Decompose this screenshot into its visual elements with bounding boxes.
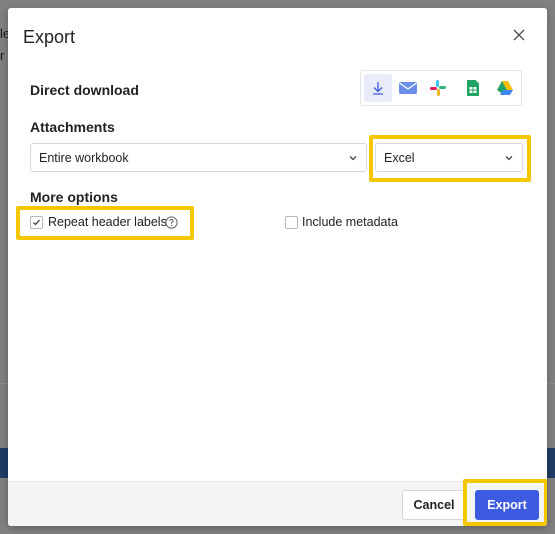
google-sheets-icon — [467, 80, 479, 96]
include-metadata-label: Include metadata — [302, 215, 398, 229]
export-button[interactable]: Export — [475, 490, 539, 520]
attachments-label: Attachments — [30, 119, 115, 135]
include-metadata-checkbox[interactable] — [285, 216, 298, 229]
export-dialog: Export Direct download Attachments Entir… — [8, 8, 547, 526]
repeat-header-labels-label: Repeat header labels — [48, 215, 167, 229]
google-sheets-destination-button[interactable] — [459, 74, 487, 102]
email-icon — [399, 82, 417, 94]
help-icon[interactable] — [165, 216, 178, 229]
repeat-header-labels-checkbox[interactable] — [30, 216, 43, 229]
close-button[interactable] — [510, 26, 528, 44]
chevron-down-icon — [349, 156, 357, 161]
attachment-scope-select[interactable]: Entire workbook — [30, 143, 367, 172]
google-drive-destination-button[interactable] — [491, 74, 519, 102]
download-icon — [373, 82, 383, 95]
attachment-format-select[interactable]: Excel — [375, 143, 523, 172]
slack-destination-button[interactable] — [424, 74, 452, 102]
email-destination-button[interactable] — [394, 74, 422, 102]
attachment-format-value: Excel — [384, 151, 415, 165]
dialog-footer: Cancel Export — [8, 481, 547, 526]
dialog-title: Export — [23, 27, 76, 47]
slack-icon — [430, 80, 446, 96]
destination-picker — [360, 70, 522, 106]
chevron-down-icon — [505, 156, 513, 161]
cancel-button[interactable]: Cancel — [402, 490, 466, 520]
google-drive-icon — [497, 81, 513, 95]
checkmark-icon — [33, 219, 40, 226]
close-icon — [513, 29, 525, 41]
download-destination-button[interactable] — [364, 74, 392, 102]
more-options-label: More options — [30, 189, 118, 205]
direct-download-label: Direct download — [30, 82, 139, 98]
attachment-scope-value: Entire workbook — [39, 151, 129, 165]
